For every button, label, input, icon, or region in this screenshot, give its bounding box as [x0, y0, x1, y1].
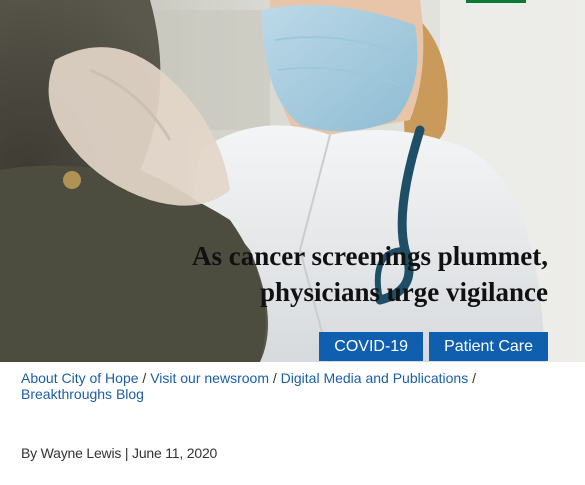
headline-line-2: physicians urge vigilance: [259, 277, 548, 307]
breadcrumb-digital-media[interactable]: Digital Media and Publications: [281, 370, 469, 386]
article-page: As cancer screenings plummet, physicians…: [0, 0, 585, 485]
tag-covid-19[interactable]: COVID-19: [319, 332, 424, 361]
article-headline: As cancer screenings plummet, physicians…: [108, 238, 548, 310]
breadcrumb-about-city-of-hope[interactable]: About City of Hope: [21, 370, 139, 386]
byline-divider: |: [124, 445, 129, 461]
article-byline: By Wayne Lewis | June 11, 2020: [21, 445, 217, 461]
headline-line-1: As cancer screenings plummet,: [192, 241, 548, 271]
byline-author: By Wayne Lewis: [21, 445, 122, 461]
breadcrumb-separator: /: [142, 370, 147, 386]
byline-date: June 11, 2020: [132, 445, 218, 461]
breadcrumb-separator: /: [472, 370, 476, 386]
accent-strip: [466, 0, 526, 3]
breadcrumb: About City of Hope / Visit our newsroom …: [21, 370, 566, 402]
breadcrumb-breakthroughs-blog[interactable]: Breakthroughs Blog: [21, 386, 144, 402]
breadcrumb-separator: /: [272, 370, 277, 386]
hero-banner: As cancer screenings plummet, physicians…: [0, 0, 585, 362]
tag-patient-care[interactable]: Patient Care: [429, 332, 548, 361]
tag-list: COVID-19 Patient Care: [319, 332, 548, 361]
breadcrumb-visit-our-newsroom[interactable]: Visit our newsroom: [150, 370, 269, 386]
